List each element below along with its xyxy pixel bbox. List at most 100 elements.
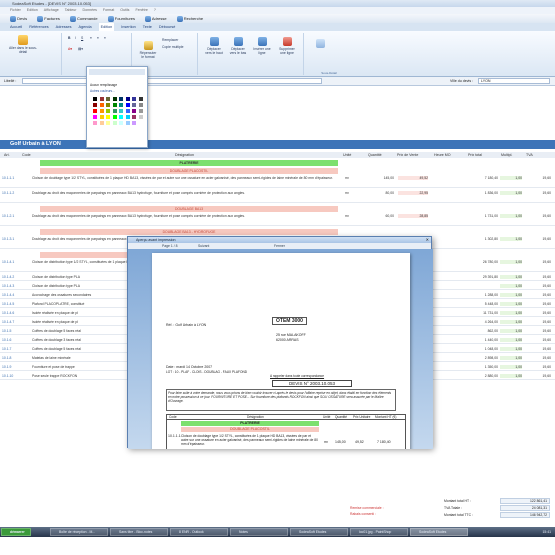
color-swatch[interactable] bbox=[106, 115, 110, 119]
row-designation: Doublage au droit des maçonneries de par… bbox=[32, 191, 245, 195]
color-swatch[interactable] bbox=[125, 121, 130, 125]
color-swatch[interactable] bbox=[93, 115, 97, 119]
color-swatch[interactable] bbox=[99, 109, 104, 113]
taskbar-item-7[interactable]: SodeaSoft Etudes bbox=[410, 528, 468, 536]
menu-item[interactable]: Fenêtre bbox=[135, 7, 147, 14]
menu-item[interactable]: Données bbox=[83, 7, 97, 14]
tab-agenda[interactable]: Agenda bbox=[79, 23, 92, 31]
color-swatch[interactable] bbox=[132, 121, 136, 125]
color-swatch[interactable] bbox=[125, 109, 130, 113]
recherche-button[interactable]: Recherche bbox=[176, 14, 203, 23]
color-swatch[interactable] bbox=[138, 109, 143, 113]
menu-item[interactable]: ? bbox=[154, 7, 156, 14]
tab-accueil[interactable]: Accueil bbox=[10, 23, 22, 31]
taskbar-item-3[interactable]: 8 ENR - Outlook bbox=[170, 528, 228, 536]
color-swatch[interactable] bbox=[99, 121, 104, 125]
tab-debourse[interactable]: Déboursé bbox=[159, 23, 175, 31]
color-swatch[interactable] bbox=[106, 121, 110, 125]
table-row[interactable]: DOUBLAGE BA13 bbox=[0, 206, 555, 212]
tab-insertion[interactable]: Insertion bbox=[121, 23, 136, 31]
italic-button[interactable]: I bbox=[75, 36, 76, 40]
align-center-icon[interactable]: ≡ bbox=[97, 36, 99, 40]
color-swatch[interactable] bbox=[119, 103, 123, 107]
underline-button[interactable]: S bbox=[81, 36, 83, 40]
start-button[interactable]: démarrer bbox=[1, 528, 31, 536]
tab-edition[interactable]: Edition bbox=[98, 23, 115, 31]
color-swatch[interactable] bbox=[132, 97, 136, 101]
devis-button[interactable]: Devis bbox=[10, 14, 27, 23]
fournitures-button[interactable]: Fournitures bbox=[107, 14, 135, 23]
color-swatch[interactable] bbox=[125, 103, 130, 107]
align-left-icon[interactable]: ≡ bbox=[90, 36, 92, 40]
tab-texte[interactable]: Texte bbox=[143, 23, 152, 31]
bold-button[interactable]: B bbox=[68, 36, 70, 40]
adresse-button[interactable]: Adresse bbox=[145, 14, 167, 23]
color-swatch[interactable] bbox=[138, 103, 143, 107]
taskbar-item-1[interactable]: Boîte de réception - M... bbox=[50, 528, 108, 536]
color-swatch[interactable] bbox=[112, 97, 117, 101]
factures-button[interactable]: Factures bbox=[37, 14, 60, 23]
menu-item[interactable]: Outils bbox=[120, 7, 129, 14]
color-swatch[interactable] bbox=[99, 103, 104, 107]
menu-item[interactable]: Format bbox=[103, 7, 114, 14]
replace-button[interactable]: Remplacer bbox=[162, 38, 178, 42]
tab-adresses[interactable]: Adresses bbox=[56, 23, 72, 31]
fill-color-button[interactable]: ▤▾ bbox=[78, 47, 83, 51]
commande-button[interactable]: Commande bbox=[69, 14, 98, 23]
align-right-icon[interactable]: ≡ bbox=[104, 36, 106, 40]
color-swatch[interactable] bbox=[138, 97, 143, 101]
taskbar-item-5[interactable]: SodeaSoft Etudes bbox=[290, 528, 348, 536]
table-row[interactable]: 10.1.2.1 Doublage au droit des maçonnerie… bbox=[0, 214, 555, 226]
taskbar-item-6[interactable]: loc01.jpg - PaintShop bbox=[350, 528, 408, 536]
table-row[interactable]: DOUBLAGE BA13 - HYDROFUGE bbox=[0, 229, 555, 235]
delete-line-button[interactable]: Supprimer une ligne bbox=[276, 37, 298, 55]
color-swatch[interactable] bbox=[106, 109, 110, 113]
table-row[interactable]: 10.1.1.2 Doublage au droit des maçonnerie… bbox=[0, 191, 555, 203]
more-colors-option[interactable]: Autres couleurs... bbox=[90, 89, 115, 93]
color-swatch[interactable] bbox=[119, 121, 123, 125]
table-row[interactable]: PLATRERIE bbox=[0, 160, 555, 166]
color-swatch[interactable] bbox=[132, 103, 136, 107]
color-swatch[interactable] bbox=[125, 115, 130, 119]
tab-references[interactable]: Références bbox=[29, 23, 48, 31]
color-swatch[interactable] bbox=[93, 109, 97, 113]
color-swatch[interactable] bbox=[106, 97, 110, 101]
color-swatch[interactable] bbox=[112, 103, 117, 107]
color-swatch[interactable] bbox=[119, 109, 123, 113]
color-swatch[interactable] bbox=[119, 115, 123, 119]
no-fill-option[interactable]: Aucun remplissage bbox=[90, 83, 117, 87]
color-swatch[interactable] bbox=[138, 121, 143, 125]
color-swatch[interactable] bbox=[119, 97, 123, 101]
color-swatch[interactable] bbox=[93, 103, 97, 107]
color-swatch[interactable] bbox=[132, 109, 136, 113]
city-input[interactable]: LYON bbox=[478, 78, 550, 84]
table-row[interactable]: DOUBLAGE PLACOSTIL bbox=[0, 168, 555, 174]
color-swatch[interactable] bbox=[99, 115, 104, 119]
color-swatch[interactable] bbox=[93, 97, 97, 101]
copy-multiple-button[interactable]: Copie multiple bbox=[162, 45, 184, 49]
color-swatch[interactable] bbox=[112, 115, 117, 119]
menu-item[interactable]: Affichage bbox=[44, 7, 59, 14]
color-swatch[interactable] bbox=[112, 109, 117, 113]
menu-item[interactable]: Edition bbox=[27, 7, 38, 14]
color-swatch[interactable] bbox=[93, 121, 97, 125]
move-up-button[interactable]: Déplacer vers le haut bbox=[204, 37, 224, 55]
color-swatch[interactable] bbox=[138, 115, 143, 119]
taskbar-item-2[interactable]: Sans titre - Bloc-notes bbox=[110, 528, 168, 536]
insert-line-button[interactable]: Insérer une ligne bbox=[252, 37, 272, 55]
menu-item[interactable]: Tableur bbox=[65, 7, 77, 14]
move-down-button[interactable]: Déplacer vers le bas bbox=[228, 37, 248, 55]
font-color-button[interactable]: A▾ bbox=[68, 47, 72, 51]
color-swatch[interactable] bbox=[125, 97, 130, 101]
color-swatch[interactable] bbox=[99, 97, 104, 101]
menu-item[interactable]: Fichier bbox=[10, 7, 21, 14]
libelle-input[interactable] bbox=[22, 78, 322, 84]
subdetail-button[interactable]: Aller dans le sous-détail bbox=[8, 35, 38, 54]
color-swatch[interactable] bbox=[106, 103, 110, 107]
paste-format-button[interactable]: Répercuter le format bbox=[138, 41, 158, 59]
subdetail-toggle[interactable] bbox=[316, 39, 325, 49]
table-row[interactable]: 10.1.1.1 Cloison de doublage type 1/2 STY… bbox=[0, 176, 555, 188]
taskbar-item-4[interactable]: Notes bbox=[230, 528, 288, 536]
color-swatch[interactable] bbox=[132, 115, 136, 119]
color-swatch[interactable] bbox=[112, 121, 117, 125]
